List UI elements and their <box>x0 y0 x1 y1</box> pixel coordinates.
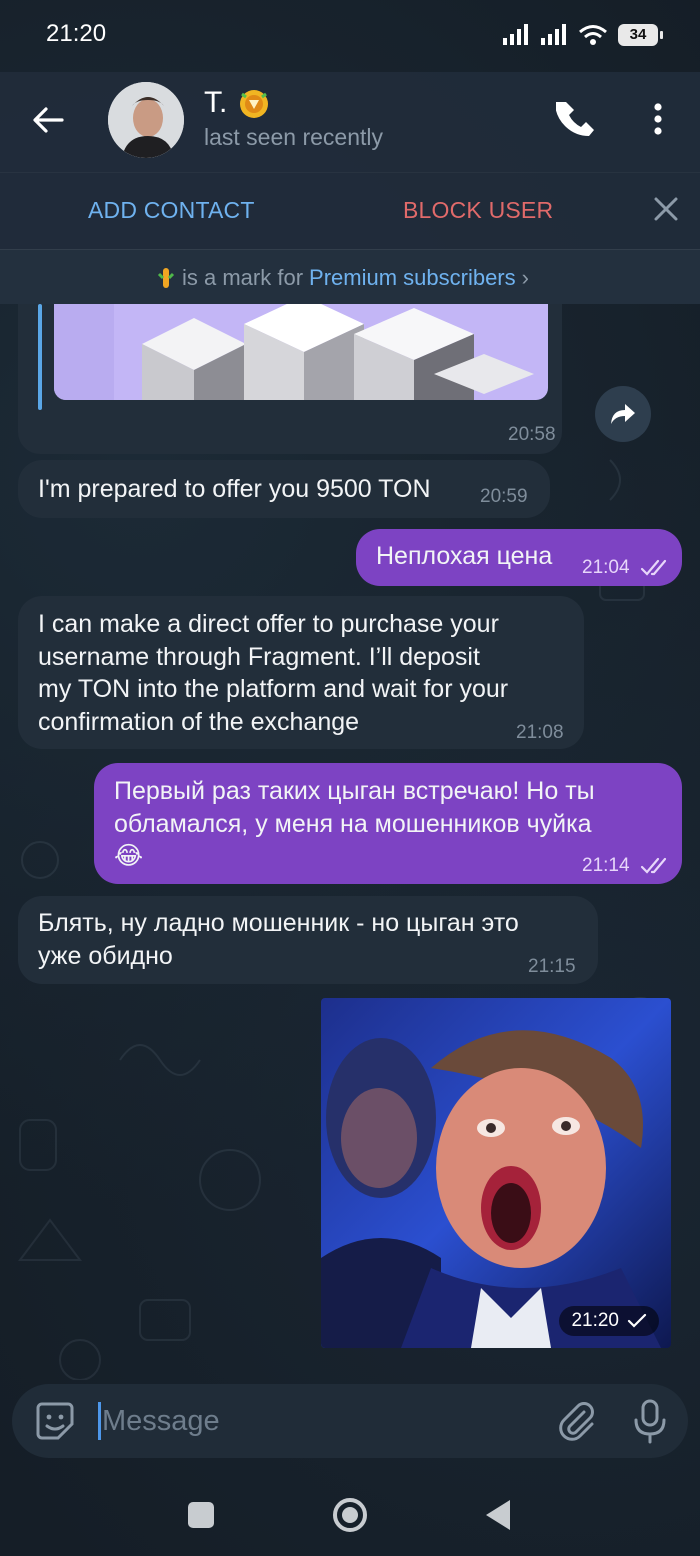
back-button[interactable] <box>24 96 72 144</box>
sticker-emoji-icon[interactable] <box>34 1400 76 1442</box>
premium-subscribers-link[interactable]: Premium subscribers <box>309 265 516 291</box>
message-time: 20:58 <box>508 424 556 445</box>
message-bubble-incoming[interactable]: I'm prepared to offer you 9500 TON 20:59 <box>18 460 550 518</box>
message-text: I'm prepared to offer you 9500 TON <box>38 475 431 503</box>
chat-header: T. last seen recently ADD CONTACT BLOCK … <box>0 72 700 304</box>
message-time: 21:04 <box>582 557 630 578</box>
cubes-illustration <box>54 304 548 400</box>
phone-icon[interactable] <box>556 98 598 140</box>
premium-mark-icon <box>157 268 175 288</box>
status-icons: 34 <box>502 20 663 50</box>
message-bubble-incoming[interactable]: Блять, ну ладно мошенник - но цыган это … <box>18 896 598 984</box>
message-time: 21:08 <box>516 722 564 743</box>
status-bar: 21:20 34 <box>0 0 700 72</box>
battery-indicator: 34 <box>618 24 663 46</box>
message-composer <box>12 1384 688 1458</box>
message-input[interactable] <box>102 1398 542 1444</box>
premium-info-text: is a mark for Premium subscribers › <box>156 265 529 291</box>
block-user-button[interactable]: BLOCK USER <box>403 197 553 224</box>
contact-action-bar: ADD CONTACT BLOCK USER <box>0 172 700 248</box>
premium-note-prefix: is a mark for <box>182 265 304 290</box>
message-bubble-outgoing[interactable]: Первый раз таких цыган встречаю! Но ты о… <box>94 763 682 884</box>
forward-arrow-icon <box>611 404 635 424</box>
message-time: 20:59 <box>480 486 528 507</box>
forward-button[interactable] <box>595 386 651 442</box>
avatar-image <box>108 82 184 158</box>
reaction-photo <box>321 998 671 1348</box>
message-bubble-outgoing[interactable]: Неплохая цена 21:04 <box>356 529 682 586</box>
contact-avatar[interactable] <box>108 82 184 158</box>
last-seen-status: last seen recently <box>204 124 383 150</box>
message-time: 21:20 <box>571 1310 619 1331</box>
message-line: Первый раз таких цыган встречаю! Но ты <box>114 777 595 805</box>
recent-apps-button[interactable] <box>188 1502 214 1528</box>
signal-icon <box>503 24 528 45</box>
signal-icon-2 <box>541 24 566 45</box>
message-line: I can make a direct offer to purchase yo… <box>38 610 499 638</box>
wifi-icon <box>579 25 607 45</box>
message-time: 21:15 <box>528 956 576 977</box>
add-contact-button[interactable]: ADD CONTACT <box>88 197 255 224</box>
message-photo[interactable]: 21:20 <box>321 998 671 1348</box>
laughing-emoji: 😂 <box>114 842 144 870</box>
link-preview-image[interactable] <box>54 304 548 400</box>
double-check-icon <box>640 559 667 576</box>
quote-accent-bar <box>38 304 42 410</box>
premium-badge-icon[interactable] <box>236 86 272 122</box>
message-line: confirmation of the exchange <box>38 707 360 736</box>
double-check-icon <box>640 857 667 874</box>
text-caret <box>98 1402 101 1440</box>
contact-name: T. <box>204 86 228 119</box>
home-button[interactable] <box>333 1498 367 1532</box>
status-time: 21:20 <box>46 20 107 47</box>
message-line: уже обидно <box>38 941 173 970</box>
message-text: Неплохая цена <box>376 542 553 570</box>
message-line: Блять, ну ладно мошенник - но цыган это <box>38 909 519 937</box>
message-line: my TON into the platform and wait for yo… <box>38 675 509 703</box>
message-line: username through Fragment. I’ll deposit <box>38 642 480 671</box>
system-navigation-bar <box>0 1470 700 1556</box>
system-back-button[interactable] <box>486 1500 510 1530</box>
photo-time-badge: 21:20 <box>559 1306 659 1336</box>
paperclip-icon[interactable] <box>556 1400 598 1442</box>
single-check-icon <box>627 1313 647 1328</box>
premium-info-bar[interactable]: is a mark for Premium subscribers › <box>0 249 700 304</box>
close-icon[interactable] <box>652 195 680 223</box>
microphone-icon[interactable] <box>630 1398 670 1444</box>
arrow-left-icon <box>33 107 64 133</box>
message-sticker-card[interactable]: 20:58 <box>18 304 562 454</box>
message-line: обламался, у меня на мошенников чуйка <box>114 809 592 838</box>
message-bubble-incoming[interactable]: I can make a direct offer to purchase yo… <box>18 596 584 749</box>
message-time: 21:14 <box>582 855 630 876</box>
more-vertical-icon[interactable] <box>640 98 676 140</box>
premium-chevron: › <box>521 265 529 290</box>
